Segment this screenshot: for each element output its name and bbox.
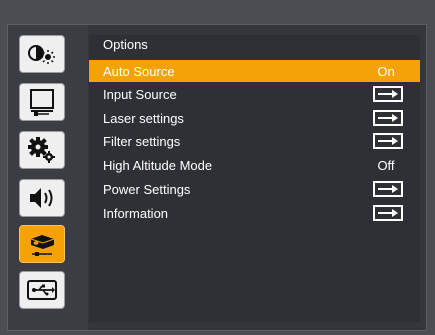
menu-item-filter-settings[interactable]: Filter settings xyxy=(89,130,420,152)
speaker-volume-icon xyxy=(30,188,53,208)
menu-item-label: Auto Source xyxy=(103,63,175,79)
menu-item-label: Information xyxy=(103,205,169,221)
menu-item-information[interactable]: Information xyxy=(89,202,420,224)
top-strip xyxy=(0,0,435,24)
sidebar xyxy=(8,25,88,330)
menu-item-auto-source[interactable]: Auto Source On xyxy=(89,60,420,82)
options-panel: Options Auto Source On Input Source Lase… xyxy=(89,35,420,322)
submenu-arrow-icon xyxy=(373,133,403,149)
usb-icon xyxy=(27,280,57,300)
menu-item-laser-settings[interactable]: Laser settings xyxy=(89,107,420,129)
submenu-arrow-icon xyxy=(373,205,403,221)
tab-usb[interactable] xyxy=(19,271,65,309)
gears-settings-icon xyxy=(28,137,55,163)
tab-display[interactable] xyxy=(19,83,65,121)
tab-image-settings[interactable] xyxy=(19,35,65,73)
submenu-arrow-icon xyxy=(373,181,403,197)
tab-options[interactable] xyxy=(19,225,65,263)
menu-item-label: Filter settings xyxy=(103,133,181,149)
menu-item-high-altitude-mode[interactable]: High Altitude Mode Off xyxy=(89,154,420,176)
brightness-contrast-icon xyxy=(28,45,55,64)
menu-item-label: Input Source xyxy=(103,86,177,102)
osd-menu-window: Options Auto Source On Input Source Lase… xyxy=(7,24,427,331)
menu-item-value: On xyxy=(377,63,395,79)
menu-item-label: Laser settings xyxy=(103,110,184,126)
panel-title: Options xyxy=(103,37,148,52)
submenu-arrow-icon xyxy=(373,86,403,102)
menu-item-input-source[interactable]: Input Source xyxy=(89,83,420,105)
projector-options-icon xyxy=(30,235,55,256)
tab-setup[interactable] xyxy=(19,131,65,169)
menu-item-power-settings[interactable]: Power Settings xyxy=(89,178,420,200)
menu-item-label: Power Settings xyxy=(103,181,191,197)
screen-display-icon xyxy=(30,89,54,116)
submenu-arrow-icon xyxy=(373,110,403,126)
menu-item-value: Off xyxy=(377,157,395,173)
tab-audio[interactable] xyxy=(19,179,65,217)
menu-item-label: High Altitude Mode xyxy=(103,157,213,173)
